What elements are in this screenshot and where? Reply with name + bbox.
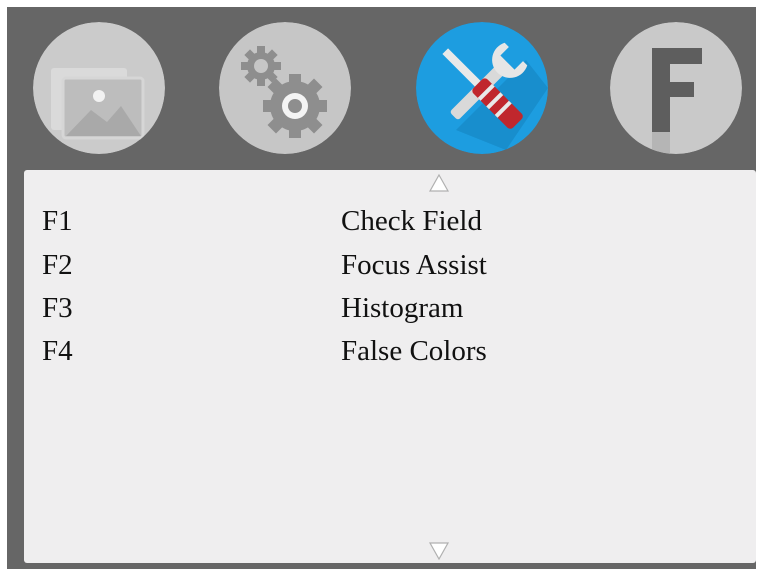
screen: F1 Check Field F2 Focus Assist F3 Histog… [0, 0, 763, 576]
menu-item-label: Check Field [341, 205, 482, 237]
menu-item-key: F2 [42, 249, 73, 281]
osd-menu: F1 Check Field F2 Focus Assist F3 Histog… [7, 7, 756, 569]
tab-setup[interactable] [219, 22, 351, 154]
menu-panel: F1 Check Field F2 Focus Assist F3 Histog… [24, 170, 756, 563]
gears-icon [219, 22, 351, 154]
menu-item-key: F1 [42, 205, 73, 237]
tab-tools[interactable] [416, 22, 548, 154]
menu-item-f3[interactable]: F3 Histogram [24, 286, 744, 330]
menu-item-f4[interactable]: F4 False Colors [24, 329, 744, 373]
menu-item-label: False Colors [341, 335, 487, 367]
triangle-down-icon [428, 542, 450, 561]
menu-item-f2[interactable]: F2 Focus Assist [24, 243, 744, 287]
picture-icon [33, 22, 165, 154]
menu-item-key: F4 [42, 335, 73, 367]
menu-item-label: Focus Assist [341, 249, 487, 281]
menu-item-key: F3 [42, 292, 73, 324]
scroll-down-button[interactable] [428, 541, 450, 561]
tab-function[interactable] [610, 22, 742, 154]
menu-item-label: Histogram [341, 292, 464, 324]
scroll-up-button[interactable] [428, 173, 450, 193]
triangle-up-icon [428, 173, 450, 192]
tab-picture[interactable] [33, 22, 165, 154]
function-f-icon [610, 22, 742, 154]
menu-item-f1[interactable]: F1 Check Field [24, 199, 744, 243]
tools-icon [416, 22, 548, 154]
